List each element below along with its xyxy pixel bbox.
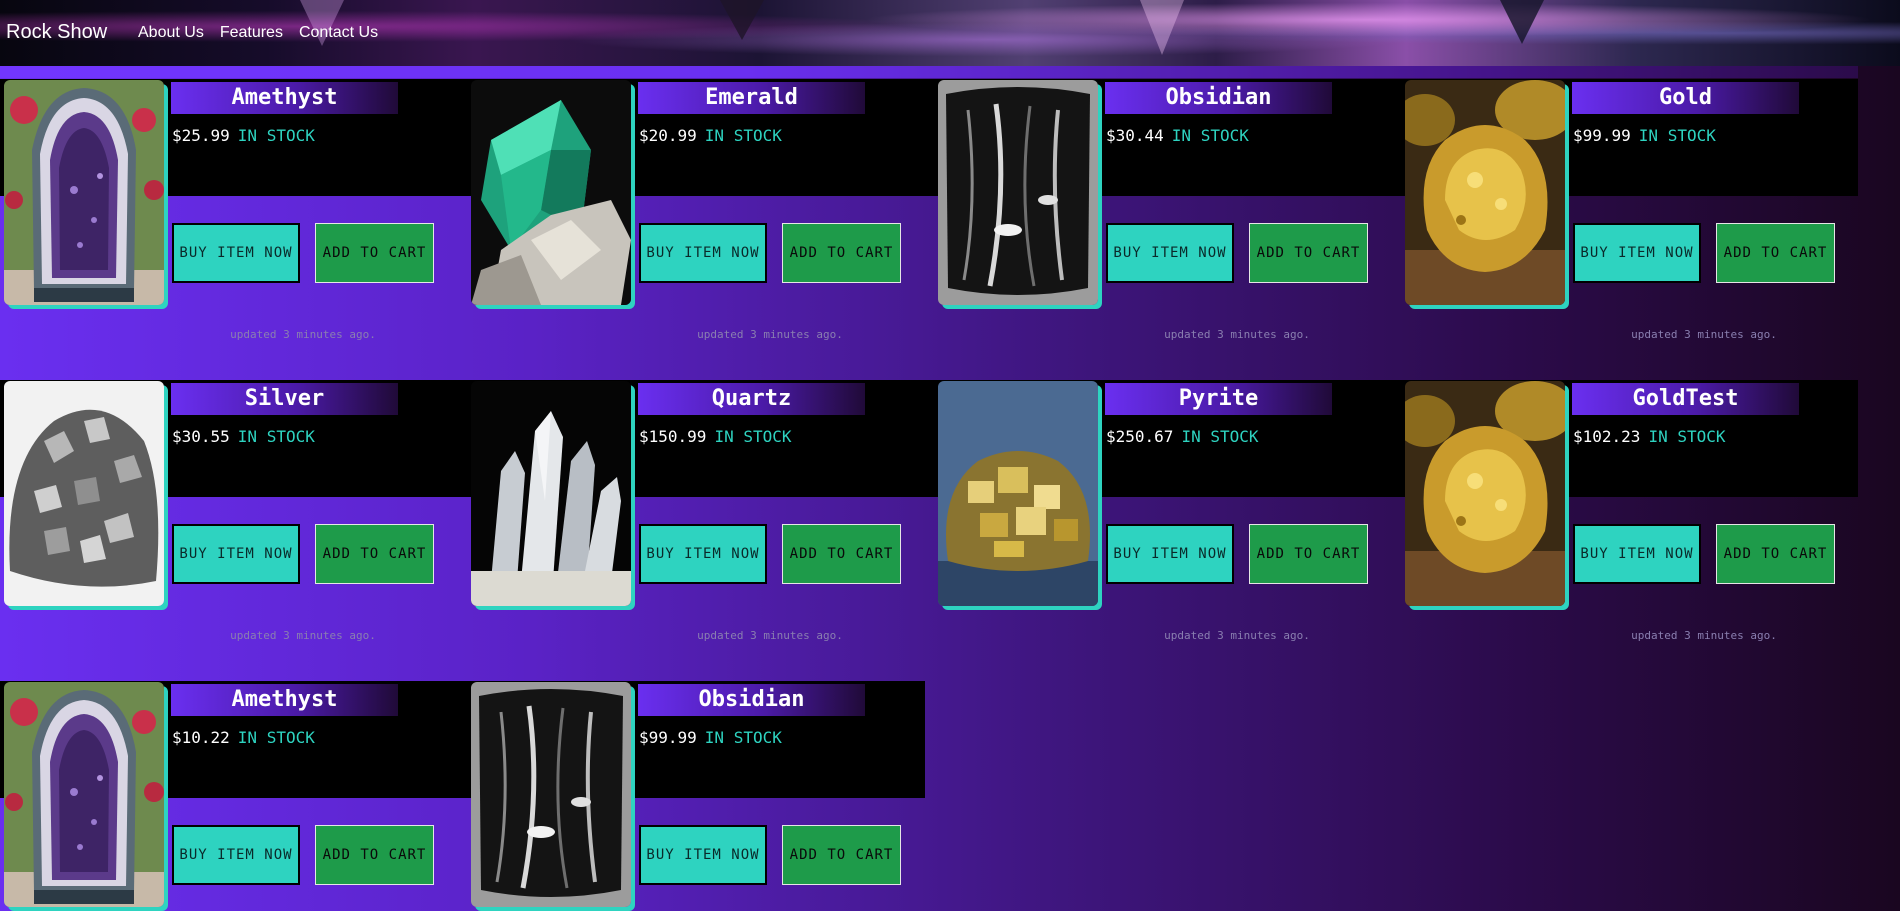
product-card: Emerald $20.99 IN STOCK BUY ITEM NOW ADD … [467,66,933,356]
updated-timestamp: updated 3 minutes ago. [697,629,843,642]
stock-status: IN STOCK [237,126,315,145]
add-to-cart-button[interactable]: ADD TO CART [1249,223,1368,283]
nav-contact-us[interactable]: Contact Us [299,24,378,42]
product-image[interactable] [4,80,164,305]
product-card: GoldTest $102.23 IN STOCK BUY ITEM NOW AD… [1401,367,1867,657]
product-price: $30.44 [1106,126,1164,145]
product-price: $102.23 [1573,427,1641,446]
updated-timestamp: updated 3 minutes ago. [230,629,376,642]
product-image[interactable] [4,682,164,907]
add-to-cart-button[interactable]: ADD TO CART [1716,524,1835,584]
product-price: $25.99 [172,126,230,145]
updated-timestamp: updated 3 minutes ago. [230,328,376,341]
stock-status: IN STOCK [1181,427,1259,446]
crystal-decoration [1500,0,1544,44]
add-to-cart-button[interactable]: ADD TO CART [315,825,434,885]
product-card: Silver $30.55 IN STOCK BUY ITEM NOW ADD T… [0,367,466,657]
product-price: $99.99 [1573,126,1631,145]
updated-timestamp: updated 3 minutes ago. [1164,328,1310,341]
product-name: Obsidian [1105,82,1332,114]
stock-status: IN STOCK [237,427,315,446]
buy-item-now-button[interactable]: BUY ITEM NOW [1106,524,1234,584]
product-grid: Amethyst $25.99 IN STOCK BUY ITEM NOW ADD… [0,66,1900,911]
stock-status: IN STOCK [1638,126,1716,145]
add-to-cart-button[interactable]: ADD TO CART [315,524,434,584]
add-to-cart-button[interactable]: ADD TO CART [1716,223,1835,283]
buy-item-now-button[interactable]: BUY ITEM NOW [1573,524,1701,584]
product-image[interactable] [938,80,1098,305]
site-header: Rock Show About Us Features Contact Us [0,0,1900,66]
stock-status: IN STOCK [704,126,782,145]
product-card: Gold $99.99 IN STOCK BUY ITEM NOW ADD TO … [1401,66,1867,356]
updated-timestamp: updated 3 minutes ago. [1631,328,1777,341]
product-name: Gold [1572,82,1799,114]
product-name: Emerald [638,82,865,114]
stock-status: IN STOCK [704,728,782,747]
product-price: $30.55 [172,427,230,446]
product-name: Quartz [638,383,865,415]
product-card: Amethyst $10.22 IN STOCK BUY ITEM NOW ADD… [0,668,466,911]
stock-status: IN STOCK [1648,427,1726,446]
product-card: Obsidian $30.44 IN STOCK BUY ITEM NOW ADD… [934,66,1400,356]
updated-timestamp: updated 3 minutes ago. [1631,629,1777,642]
buy-item-now-button[interactable]: BUY ITEM NOW [172,223,300,283]
price-line: $30.55 IN STOCK [172,427,315,446]
product-image[interactable] [471,80,631,305]
stock-status: IN STOCK [237,728,315,747]
price-line: $102.23 IN STOCK [1573,427,1726,446]
product-name: Pyrite [1105,383,1332,415]
buy-item-now-button[interactable]: BUY ITEM NOW [639,223,767,283]
add-to-cart-button[interactable]: ADD TO CART [782,223,901,283]
price-line: $99.99 IN STOCK [639,728,782,747]
updated-timestamp: updated 3 minutes ago. [697,328,843,341]
buy-item-now-button[interactable]: BUY ITEM NOW [172,524,300,584]
add-to-cart-button[interactable]: ADD TO CART [782,825,901,885]
updated-timestamp: updated 3 minutes ago. [1164,629,1310,642]
product-image[interactable] [4,381,164,606]
price-line: $150.99 IN STOCK [639,427,792,446]
main-nav: About Us Features Contact Us [138,24,378,42]
product-card: Amethyst $25.99 IN STOCK BUY ITEM NOW ADD… [0,66,466,356]
crystal-decoration [1140,0,1184,55]
product-card: Obsidian $99.99 IN STOCK BUY ITEM NOW ADD… [467,668,933,911]
product-price: $150.99 [639,427,707,446]
nav-about-us[interactable]: About Us [138,24,204,42]
price-line: $25.99 IN STOCK [172,126,315,145]
buy-item-now-button[interactable]: BUY ITEM NOW [172,825,300,885]
product-card: Quartz $150.99 IN STOCK BUY ITEM NOW ADD … [467,367,933,657]
price-line: $30.44 IN STOCK [1106,126,1249,145]
product-price: $20.99 [639,126,697,145]
price-line: $250.67 IN STOCK [1106,427,1259,446]
product-name: Obsidian [638,684,865,716]
product-image[interactable] [471,381,631,606]
price-line: $99.99 IN STOCK [1573,126,1716,145]
add-to-cart-button[interactable]: ADD TO CART [782,524,901,584]
product-name: GoldTest [1572,383,1799,415]
crystal-decoration [720,0,764,40]
stock-status: IN STOCK [714,427,792,446]
brand-logo[interactable]: Rock Show [6,21,107,44]
product-price: $250.67 [1106,427,1174,446]
buy-item-now-button[interactable]: BUY ITEM NOW [639,825,767,885]
buy-item-now-button[interactable]: BUY ITEM NOW [1106,223,1234,283]
product-price: $10.22 [172,728,230,747]
product-name: Amethyst [171,684,398,716]
product-image[interactable] [1405,80,1565,305]
product-name: Silver [171,383,398,415]
nav-features[interactable]: Features [220,24,283,42]
product-image[interactable] [938,381,1098,606]
product-image[interactable] [471,682,631,907]
buy-item-now-button[interactable]: BUY ITEM NOW [639,524,767,584]
stock-status: IN STOCK [1171,126,1249,145]
product-name: Amethyst [171,82,398,114]
add-to-cart-button[interactable]: ADD TO CART [1249,524,1368,584]
product-price: $99.99 [639,728,697,747]
product-card: Pyrite $250.67 IN STOCK BUY ITEM NOW ADD … [934,367,1400,657]
buy-item-now-button[interactable]: BUY ITEM NOW [1573,223,1701,283]
price-line: $20.99 IN STOCK [639,126,782,145]
price-line: $10.22 IN STOCK [172,728,315,747]
product-image[interactable] [1405,381,1565,606]
add-to-cart-button[interactable]: ADD TO CART [315,223,434,283]
